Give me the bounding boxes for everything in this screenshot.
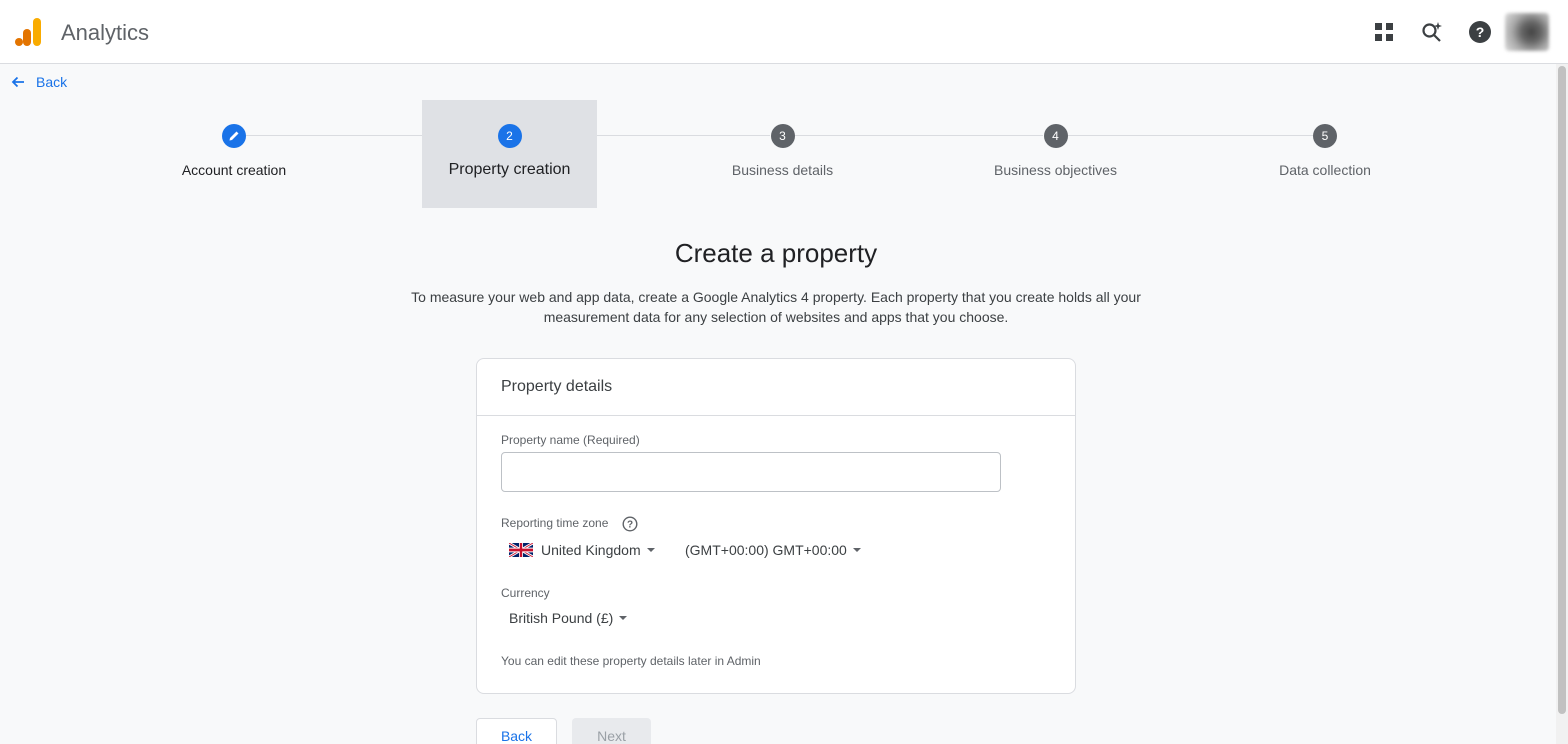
step-label: Business objectives [994,162,1117,178]
step-number-circle: 4 [1043,124,1068,148]
step-number-circle: 2 [497,124,522,148]
step-business-details[interactable]: 3 Business details [712,100,853,208]
currency-value: British Pound (£) [509,610,614,626]
edit-later-note: You can edit these property details late… [501,654,761,668]
country-dropdown[interactable]: United Kingdom [509,542,655,558]
step-label: Account creation [181,162,287,178]
arrow-back-icon [11,76,24,88]
page-title: Create a property [674,238,878,268]
account-avatar[interactable] [1505,13,1549,51]
caret-down-icon [852,548,861,552]
apps-grid-icon[interactable] [1368,16,1400,48]
property-details-card: Property details Property name (Required… [476,358,1076,694]
step-number-circle: 3 [770,124,795,148]
uk-flag-icon [509,543,533,557]
property-name-input[interactable] [501,452,1001,492]
step-business-objectives[interactable]: 4 Business objectives [982,100,1129,208]
app-title: Analytics [61,20,150,45]
step-data-collection[interactable]: 5 Data collection [1265,100,1385,208]
help-icon[interactable]: ? [1464,16,1496,48]
caret-down-icon [646,548,655,552]
card-title: Property details [477,359,1075,416]
back-link-label: Back [36,74,68,90]
step-account-creation[interactable]: Account creation [174,100,294,208]
step-label: Data collection [1279,162,1371,178]
back-link[interactable]: Back [10,72,67,92]
step-completed-circle [222,124,246,148]
svg-text:?: ? [627,520,633,531]
step-property-creation[interactable]: 2 Property creation [422,100,597,208]
help-circle-icon[interactable]: ? [622,516,638,537]
edit-pencil-icon [229,131,239,141]
step-number-circle: 5 [1313,124,1337,148]
currency-label: Currency [501,586,550,600]
next-button[interactable]: Next [572,718,651,744]
caret-down-icon [619,616,628,620]
analytics-logo-icon[interactable] [14,16,44,48]
step-label: Property creation [448,161,571,178]
step-label: Business details [731,162,834,178]
scrollbar-thumb[interactable] [1558,66,1566,714]
property-name-label: Property name (Required) [501,433,640,447]
currency-dropdown[interactable]: British Pound (£) [509,610,628,626]
timezone-value: (GMT+00:00) GMT+00:00 [685,542,847,558]
country-value: United Kingdom [541,542,641,558]
search-spark-icon[interactable] [1416,16,1448,48]
timezone-label: Reporting time zone [501,516,609,530]
back-button[interactable]: Back [476,718,557,744]
page-description: To measure your web and app data, create… [411,289,1141,325]
svg-text:?: ? [1476,24,1485,40]
top-app-bar: Analytics ? [0,0,1568,64]
timezone-dropdown[interactable]: (GMT+00:00) GMT+00:00 [685,542,861,558]
page-scrollbar[interactable] [1556,64,1568,744]
